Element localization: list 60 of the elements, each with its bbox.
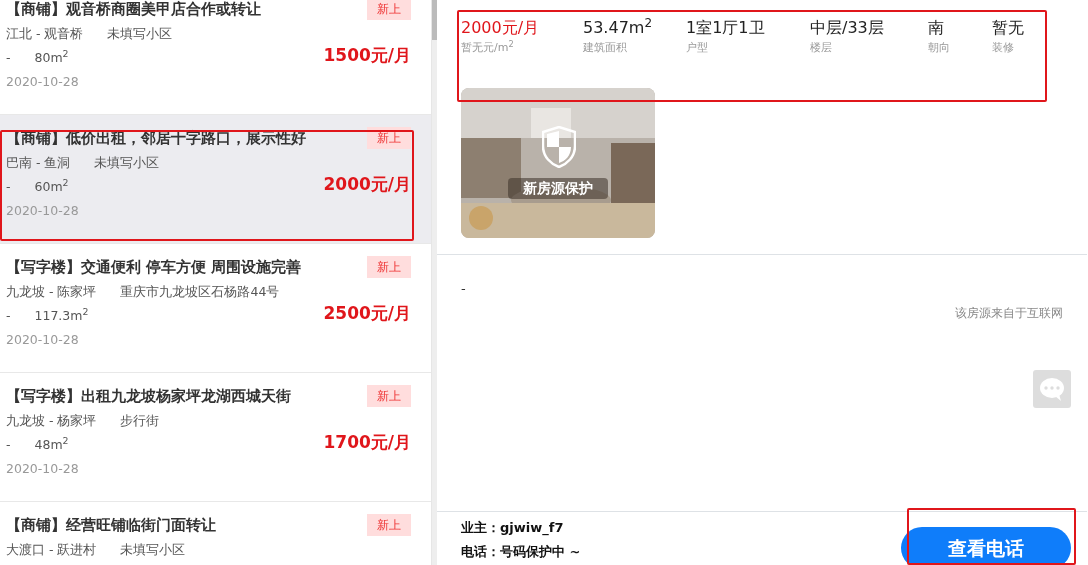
description-text: -	[461, 280, 467, 298]
date-text: 2020-10-28	[6, 459, 80, 478]
new-tag: 新上	[367, 514, 411, 537]
new-tag: 新上	[367, 256, 411, 279]
community-text: 未填写小区	[107, 24, 173, 43]
area-text: 80m$^{2}$	[34, 48, 69, 67]
listing-item[interactable]: 【写字楼】出租九龙坡杨家坪龙湖西城天街 新上 九龙坡 - 杨家坪 步行街 - 48m$^{2}$ 1700元/月 2020-10-28	[0, 373, 431, 502]
area-text: 48m$^{2}$	[34, 435, 69, 454]
date-text: 2020-10-28	[6, 330, 80, 349]
new-tag: 新上	[367, 127, 411, 150]
floor-text: -	[6, 48, 11, 67]
community-text: 重庆市九龙坡区石杨路44号	[120, 282, 280, 301]
price-text: 1500元/月	[323, 44, 411, 68]
location-text: 九龙坡 - 陈家坪	[6, 282, 97, 301]
location-text: 九龙坡 - 杨家坪	[6, 411, 97, 430]
listing-item[interactable]: 【商铺】经营旺铺临街门面转让 新上 大渡口 - 跃进村 未填写小区	[0, 502, 431, 565]
price-text: 1700元/月	[323, 431, 411, 455]
location-text: 大渡口 - 跃进村	[6, 540, 97, 559]
owner-name: 业主：gjwiw_f7	[461, 519, 565, 538]
date-text: 2020-10-28	[6, 201, 80, 220]
new-tag: 新上	[367, 385, 411, 408]
price-text: 2000元/月	[323, 173, 411, 197]
listing-title: 【商铺】经营旺铺临街门面转让	[6, 515, 216, 536]
stat-label: 装修	[992, 40, 1015, 56]
stat-value: 中层/33层	[810, 17, 885, 39]
area-text: 117.3m$^{2}$	[34, 306, 89, 325]
new-tag: 新上	[367, 0, 411, 21]
floor-text: -	[6, 306, 11, 325]
community-text: 步行街	[120, 411, 160, 430]
listing-title: 【写字楼】出租九龙坡杨家坪龙湖西城天街	[6, 386, 291, 407]
photo-caption: 新房源保护	[508, 178, 608, 199]
scrollbar-thumb[interactable]	[432, 0, 437, 40]
date-text: 2020-10-28	[6, 72, 80, 91]
scrollbar[interactable]	[432, 0, 437, 565]
listing-item[interactable]: 【写字楼】交通便利 停车方便 周围设施完善 新上 九龙坡 - 陈家坪 重庆市九龙坡区石杨路44号 - 117.3m$^{2}$ 2500元/月 2020-10-28	[0, 244, 431, 373]
rent-price: 2000元/月	[461, 17, 541, 39]
location-text: 江北 - 观音桥	[6, 24, 84, 43]
view-phone-button[interactable]: 查看电话	[901, 527, 1071, 565]
location-text: 巴南 - 鱼洞	[6, 153, 71, 172]
community-text: 未填写小区	[120, 540, 186, 559]
stat-label: 楼层	[810, 40, 833, 56]
listing-title: 【商铺】观音桥商圈美甲店合作或转让	[6, 0, 261, 20]
floor-text: -	[6, 177, 11, 196]
stat-value: 南	[928, 17, 945, 39]
stat-label: 朝向	[928, 40, 951, 56]
stat-label: 暂无元/m$^{2}$	[461, 40, 515, 56]
chat-icon[interactable]	[1033, 370, 1071, 408]
floor-text: -	[6, 435, 11, 454]
price-text: 2500元/月	[323, 302, 411, 326]
community-text: 未填写小区	[94, 153, 160, 172]
source-note: 该房源来自于互联网	[955, 305, 1063, 320]
stat-value: 1室1厅1卫	[686, 17, 766, 39]
phone-status: 电话：号码保护中 ~	[461, 542, 581, 561]
stat-label: 户型	[686, 40, 709, 56]
stat-value: 暂无	[992, 17, 1025, 39]
stat-value: 53.47m$^{2}$	[583, 16, 654, 39]
area-text: 60m$^{2}$	[34, 177, 69, 196]
listing-title: 【写字楼】交通便利 停车方便 周围设施完善	[6, 257, 302, 278]
shield-icon	[542, 126, 576, 168]
stat-label: 建筑面积	[583, 40, 628, 56]
